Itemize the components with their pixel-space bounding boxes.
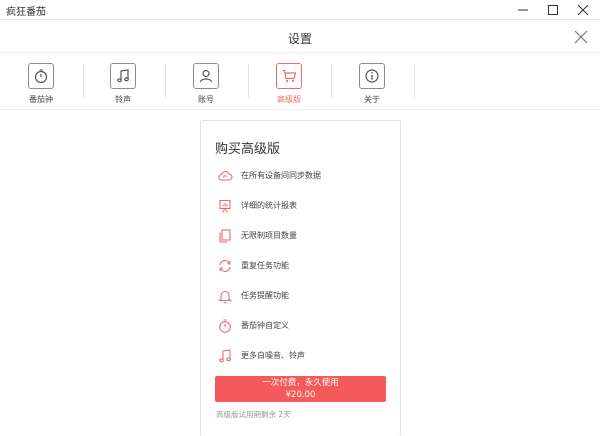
- tab-about[interactable]: 关于: [331, 54, 413, 110]
- minimize-button[interactable]: [508, 0, 538, 20]
- feature-label: 在所有设备间同步数据: [241, 171, 321, 180]
- feature-label: 更多白噪音、铃声: [241, 351, 305, 360]
- tab-divider: [414, 64, 415, 98]
- maximize-button[interactable]: [538, 0, 568, 20]
- window-close-button[interactable]: [568, 0, 598, 20]
- feature-label: 番茄钟自定义: [241, 321, 289, 330]
- feature-item: 任务提醒功能: [217, 288, 397, 304]
- settings-close-icon[interactable]: [574, 30, 588, 44]
- user-icon: [193, 63, 219, 89]
- trial-remaining-text: 高级版试用期剩余 2天: [216, 410, 291, 419]
- stopwatch-icon: [219, 319, 231, 333]
- cart-icon: [276, 63, 302, 89]
- feature-item: 更多白噪音、铃声: [217, 348, 397, 364]
- feature-item: 在所有设备间同步数据: [217, 168, 397, 184]
- tab-label: 番茄钟: [29, 95, 53, 104]
- tab-ringtone[interactable]: 铃声: [82, 54, 164, 110]
- buy-premium-button[interactable]: 一次付费，永久使用 ¥20.00: [215, 376, 386, 402]
- tab-label: 关于: [364, 95, 380, 104]
- buy-button-price: ¥20.00: [285, 390, 316, 400]
- bell-icon: [217, 290, 233, 304]
- page-title: 设置: [287, 32, 312, 46]
- premium-title: 购买高级版: [215, 142, 281, 157]
- tab-account[interactable]: 账号: [165, 54, 247, 110]
- minimize-icon: [518, 9, 528, 11]
- settings-tabs: 番茄钟 铃声 账号 高级版 关于: [0, 54, 600, 110]
- feature-item: 重复任务功能: [217, 258, 397, 274]
- chart-board-icon: [219, 199, 231, 213]
- feature-item: 详细的统计报表: [217, 198, 397, 214]
- app-title: 疯狂番茄: [6, 7, 46, 18]
- cloud-sync-icon: [218, 171, 233, 181]
- documents-icon: [219, 229, 231, 243]
- close-icon: [578, 5, 588, 15]
- repeat-icon: [219, 260, 231, 272]
- feature-label: 详细的统计报表: [241, 201, 297, 210]
- info-icon: [359, 63, 385, 89]
- feature-label: 重复任务功能: [241, 261, 289, 270]
- buy-button-label: 一次付费，永久使用: [262, 378, 339, 388]
- music-note-icon: [219, 349, 231, 363]
- feature-item: 番茄钟自定义: [217, 318, 397, 334]
- tab-label: 高级版: [277, 95, 301, 104]
- maximize-icon: [548, 5, 558, 15]
- stopwatch-icon: [28, 63, 54, 89]
- settings-header: 设置: [0, 21, 600, 53]
- window-titlebar: 疯狂番茄: [0, 0, 600, 20]
- tab-pomodoro[interactable]: 番茄钟: [0, 54, 82, 110]
- tab-label: 铃声: [115, 95, 131, 104]
- tab-premium[interactable]: 高级版: [248, 54, 330, 110]
- music-note-icon: [110, 63, 136, 89]
- feature-label: 任务提醒功能: [241, 291, 289, 300]
- tab-label: 账号: [198, 95, 214, 104]
- premium-card: 购买高级版 在所有设备间同步数据 详细的统计报表 无限制项目数量 重复任务功能 …: [200, 120, 401, 436]
- feature-item: 无限制项目数量: [217, 228, 397, 244]
- feature-label: 无限制项目数量: [241, 231, 297, 240]
